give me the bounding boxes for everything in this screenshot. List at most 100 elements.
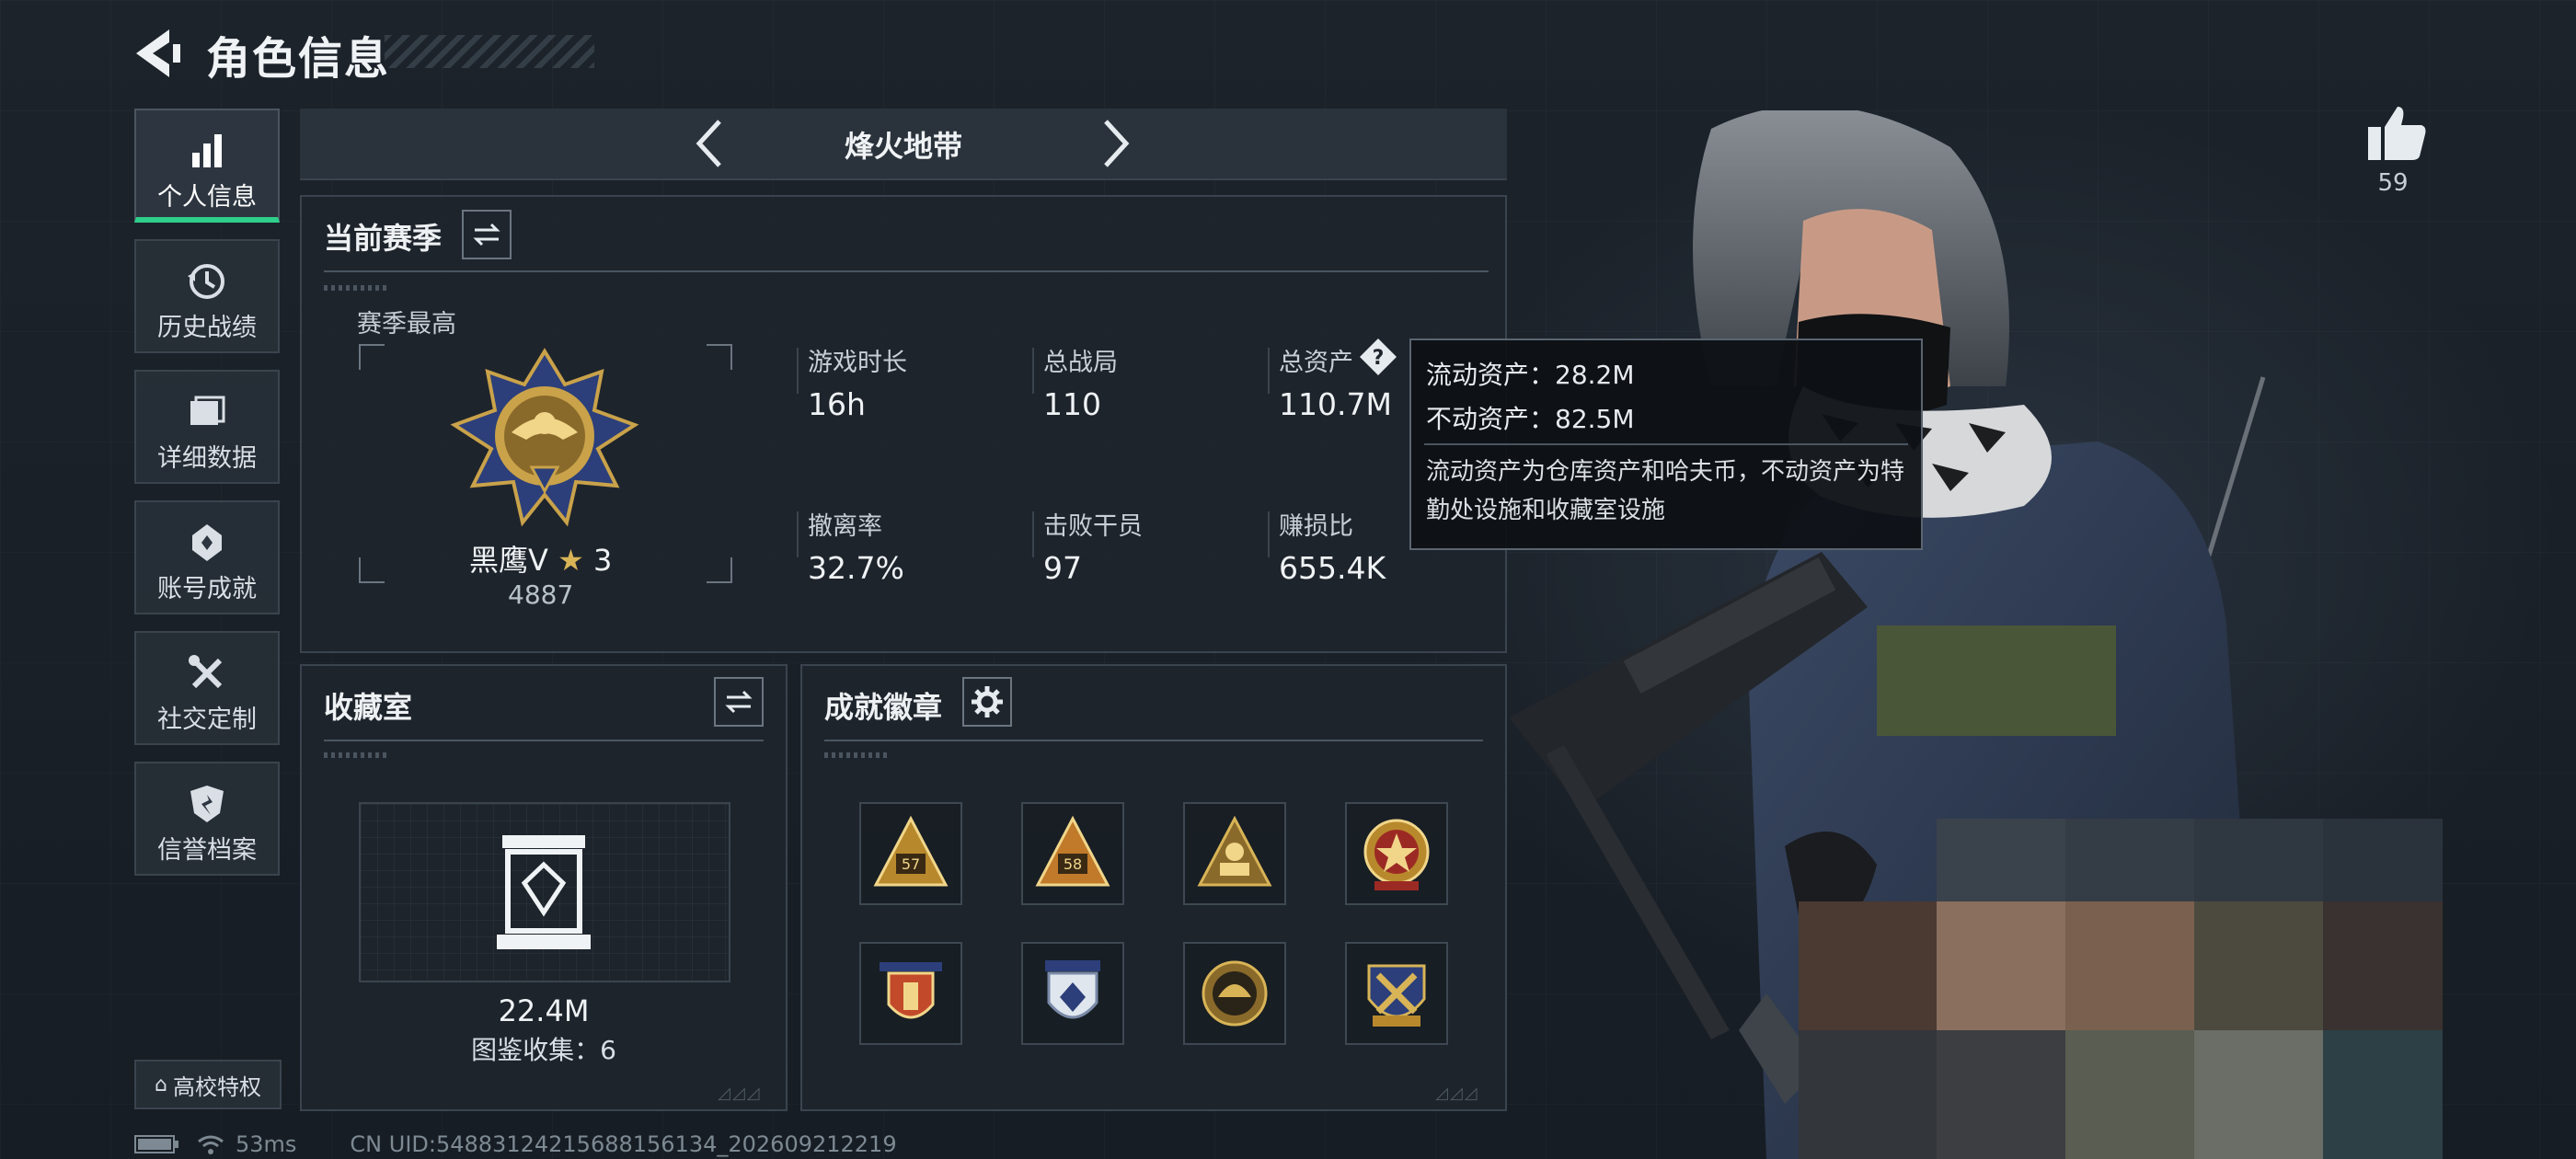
sidebar-item-label: 信誉档案 [157,836,257,865]
collection-divider [324,740,764,741]
ping: 53ms [236,1131,297,1157]
season-divider [324,270,1489,272]
rank-score: 4887 [508,580,574,610]
sidebar-item-account-achievement[interactable]: 账号成就 [134,500,280,614]
sidebar-item-label: 详细数据 [157,444,257,473]
frame-corner [707,557,732,583]
liquid-assets: 流动资产：28.2M [1426,360,1635,390]
triangle-soldier-badge-icon [1197,815,1272,887]
gear-icon [972,686,1003,717]
pixelated-mosaic [1799,819,2443,1159]
tooltip-divider [1424,443,1908,445]
round-helmet-badge-icon [1202,960,1268,1027]
display-case-icon [497,835,591,949]
stat-value: 32.7% [808,550,904,586]
badges-settings-button[interactable] [962,677,1012,727]
badge-slot[interactable] [859,942,962,1045]
triangle-badge-58-icon: 58 [1035,815,1110,887]
sidebar-item-credit-record[interactable]: 信誉档案 [134,762,280,876]
collection-count: 图鉴收集：6 [471,1035,616,1065]
stat-separator [797,348,799,394]
decor-corner: ◿◿◿ [718,1084,762,1103]
stat-label: 撤离率 [808,512,882,541]
sidebar-item-label: 个人信息 [157,183,257,212]
rank-stars: 3 [592,543,613,578]
badge-slot[interactable]: 58 [1021,802,1124,905]
season-title: 当前赛季 [324,221,443,256]
history-icon [188,264,224,299]
campus-privilege-button[interactable]: ⌂ 高校特权 [134,1060,282,1109]
back-arrow-icon[interactable] [129,26,188,81]
fixed-assets: 不动资产：82.5M [1426,404,1635,434]
mode-title: 烽火地带 [844,129,962,164]
triangle-badge-57-icon: 57 [873,815,949,887]
season-best-label: 赛季最高 [357,310,456,339]
sidebar-item-label: 社交定制 [157,706,257,734]
sidebar-item-personal-info[interactable]: 个人信息 [134,109,280,223]
star-icon: ★ [558,543,584,578]
badge-slot[interactable] [1183,942,1286,1045]
badge-slot[interactable] [1021,942,1124,1045]
badge-slot[interactable] [1345,802,1448,905]
tooltip-description: 流动资产为仓库资产和哈夫币，不动资产为特勤处设施和收藏室设施 [1426,458,1905,524]
stat-label: 击败干员 [1043,512,1143,541]
campus-label: 高校特权 [172,1073,261,1100]
stat-label: 总资产 [1279,349,1353,377]
stat-separator [1268,348,1270,394]
blue-shield-badge-icon [1045,960,1100,1019]
badge-number: 58 [1064,855,1082,873]
stat-label: 赚损比 [1279,512,1353,541]
svg-text:?: ? [1373,347,1385,370]
battery-icon [134,1135,178,1153]
swap-icon [725,690,753,714]
badge-slot[interactable] [1183,802,1286,905]
badge-slot[interactable] [1345,942,1448,1045]
stat-value: 110.7M [1279,386,1392,422]
wrench-shield-badge-icon [1367,964,1426,1027]
badges-title: 成就徽章 [824,690,943,725]
badge-number: 57 [902,855,920,873]
stat-separator [1032,511,1034,557]
campus-icon: ⌂ [155,1073,167,1096]
sidebar-item-label: 历史战绩 [157,314,257,342]
frame-corner [359,557,385,583]
sidebar-item-detailed-data[interactable]: 详细数据 [134,370,280,484]
stat-value: 16h [808,386,866,422]
stat-separator [1032,348,1034,394]
swap-icon [473,223,500,247]
tools-icon [189,655,223,689]
star-emblem-badge-icon [1363,819,1430,890]
page-title: 角色信息 [206,33,391,85]
mode-selector: 烽火地带 [300,109,1507,180]
rank-name: 黑鹰Ⅴ ★ 3 [469,537,612,580]
collection-value: 22.4M [498,993,590,1028]
red-shield-badge-icon [880,962,942,1019]
thumbs-up-icon[interactable] [2364,101,2429,166]
rank-name-text: 黑鹰Ⅴ [469,543,548,578]
uid: CN UID:5488312421568815613​4_20260921221… [350,1131,897,1157]
stat-label: 总战局 [1043,349,1118,377]
season-switch-button[interactable] [462,210,512,259]
help-icon[interactable]: ? [1358,337,1398,377]
frame-corner [359,344,385,370]
likes-count: 59 [2377,169,2409,197]
collection-title: 收藏室 [324,690,413,725]
sidebar-item-label: 账号成就 [157,575,257,603]
bar-chart-icon [192,134,222,167]
sidebar-item-history[interactable]: 历史战绩 [134,239,280,353]
badge-slot[interactable]: 57 [859,802,962,905]
collection-switch-button[interactable] [714,677,764,727]
rank-emblem-icon [450,348,639,527]
chevron-right-icon[interactable] [1086,116,1141,171]
wifi-icon [198,1135,224,1154]
folder-icon [190,396,225,425]
decor-dash [324,752,388,758]
title-decoration [385,35,594,68]
stat-value: 110 [1043,386,1101,422]
decor-dash [824,752,889,758]
stat-label: 游戏时长 [808,349,907,377]
sidebar-item-social-custom[interactable]: 社交定制 [134,631,280,745]
asset-tooltip: 流动资产：28.2M 不动资产：82.5M 流动资产为仓库资产和哈夫币，不动资产… [1409,339,1923,550]
status-bar: 53ms CN UID:5488312421568815613​4_202609… [134,1130,897,1159]
stat-separator [797,511,799,557]
